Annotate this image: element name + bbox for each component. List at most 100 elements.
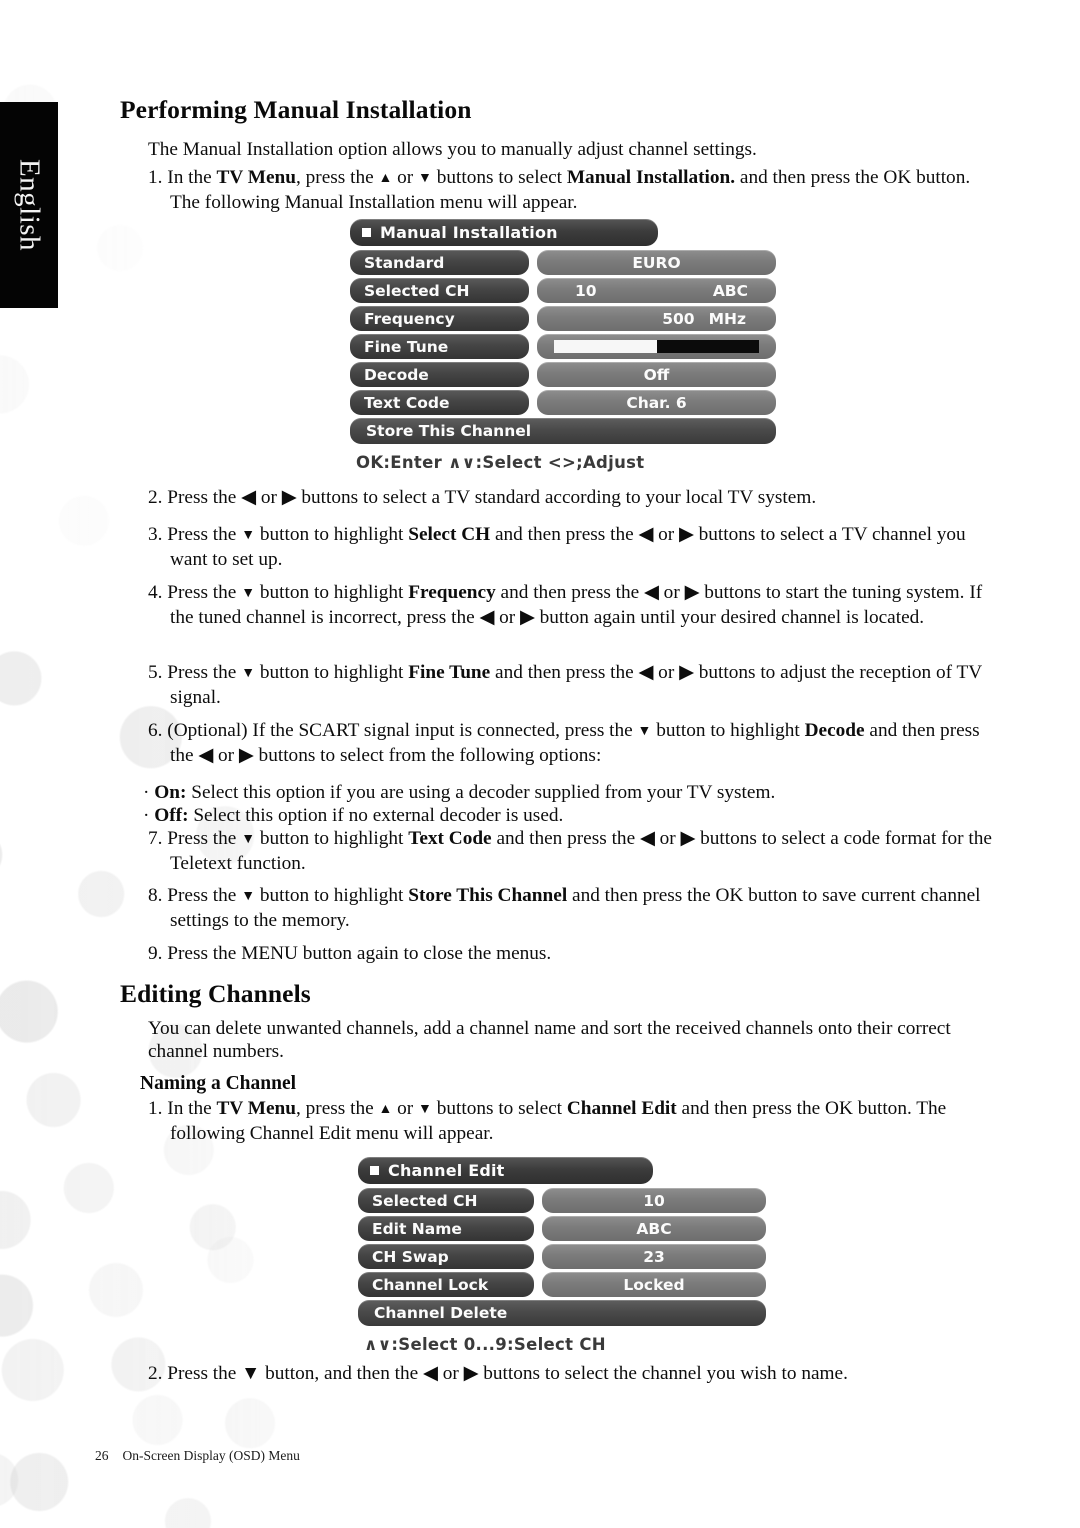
osd-channel-edit-hint: ∧∨:Select 0...9:Select CH bbox=[364, 1335, 606, 1354]
manual-installation-intro: The Manual Installation option allows yo… bbox=[148, 139, 757, 160]
osd-label-ce-edit-name: Edit Name bbox=[358, 1216, 534, 1241]
osd-row-store-this-channel[interactable]: Store This Channel bbox=[350, 418, 776, 444]
osd-label-text-code: Text Code bbox=[350, 390, 529, 415]
osd-row-text-code[interactable]: Text Code Char. 6 bbox=[350, 390, 776, 415]
osd-row-decode[interactable]: Decode Off bbox=[350, 362, 776, 387]
down-arrow-icon: ▼ bbox=[418, 1102, 432, 1117]
bullet-dot: · bbox=[143, 805, 155, 826]
osd-channel-edit: Channel Edit Selected CH 10 Edit Name AB… bbox=[358, 1157, 766, 1354]
step-5-manual: 5. Press the ▼ button to highlight Fine … bbox=[148, 662, 1002, 709]
osd-action-channel-delete[interactable]: Channel Delete bbox=[358, 1300, 766, 1326]
osd-action-store-this-channel[interactable]: Store This Channel bbox=[350, 418, 776, 444]
osd-value-standard[interactable]: EURO bbox=[537, 250, 776, 275]
down-arrow-icon: ▼ bbox=[241, 832, 256, 847]
osd-label-fine-tune: Fine Tune bbox=[350, 334, 529, 359]
language-side-tab-label: English bbox=[13, 158, 46, 252]
step-5-text-b: button to highlight bbox=[255, 662, 409, 683]
footer-running-head: On-Screen Display (OSD) Menu bbox=[122, 1448, 300, 1463]
step-1-text-c: , press the bbox=[296, 167, 379, 188]
step-1-manual: 1. In the TV Menu, press the ▲ or ▼ butt… bbox=[148, 167, 1002, 214]
step-1-tv-menu: TV Menu bbox=[216, 167, 297, 188]
osd-row-ce-edit-name[interactable]: Edit Name ABC bbox=[358, 1216, 766, 1241]
osd-row-ce-selected-ch[interactable]: Selected CH 10 bbox=[358, 1188, 766, 1213]
osd-value-selected-ch-number: 10 bbox=[575, 281, 597, 300]
down-arrow-icon: ▼ bbox=[241, 666, 256, 681]
step-3-text-b: button to highlight bbox=[255, 524, 409, 545]
editing-channels-intro: You can delete unwanted channels, add a … bbox=[148, 1018, 951, 1062]
step-9-text-c: button again to close the menus. bbox=[297, 943, 552, 964]
step-1-edit-text-a: 1. In the bbox=[148, 1098, 217, 1119]
osd-value-fine-tune-slider[interactable] bbox=[537, 334, 776, 359]
down-arrow-icon: ▼ bbox=[418, 171, 432, 186]
osd-manual-title-label: Manual Installation bbox=[380, 223, 558, 242]
osd-value-frequency-number: 500 bbox=[662, 309, 695, 328]
bullet-dot: · bbox=[143, 782, 155, 803]
osd-label-standard: Standard bbox=[350, 250, 529, 275]
osd-value-frequency[interactable]: 500 MHz bbox=[537, 306, 776, 331]
osd-label-ce-selected-ch: Selected CH bbox=[358, 1188, 534, 1213]
osd-manual-hint: OK:Enter ∧∨:Select <>;Adjust bbox=[356, 453, 645, 472]
step-4-manual: 4. Press the ▼ button to highlight Frequ… bbox=[148, 582, 1002, 629]
osd-row-fine-tune[interactable]: Fine Tune bbox=[350, 334, 776, 359]
step-1-manual-installation: Manual Installation. bbox=[566, 167, 736, 188]
osd-value-ce-channel-lock[interactable]: Locked bbox=[542, 1272, 766, 1297]
step-3-manual: 3. Press the ▼ button to highlight Selec… bbox=[148, 524, 1002, 571]
osd-value-text-code[interactable]: Char. 6 bbox=[537, 390, 776, 415]
osd-channel-edit-title-label: Channel Edit bbox=[388, 1161, 505, 1180]
subheading-naming-a-channel: Naming a Channel bbox=[140, 1073, 297, 1094]
osd-label-decode: Decode bbox=[350, 362, 529, 387]
bullet-off-text: Select this option if no external decode… bbox=[188, 805, 564, 826]
osd-channel-edit-title-bar: Channel Edit bbox=[358, 1157, 653, 1184]
language-side-tab: English bbox=[0, 102, 58, 308]
step-1-edit-tv-menu: TV Menu bbox=[216, 1098, 297, 1119]
osd-value-selected-ch-name: ABC bbox=[712, 281, 748, 300]
osd-label-ce-ch-swap: CH Swap bbox=[358, 1244, 534, 1269]
menu-square-icon bbox=[370, 1166, 379, 1175]
footer-page-number: 26 bbox=[95, 1448, 109, 1463]
step-6-manual: 6. (Optional) If the SCART signal input … bbox=[148, 720, 1002, 767]
osd-manual-title-bar: Manual Installation bbox=[350, 219, 658, 246]
osd-row-frequency[interactable]: Frequency 500 MHz bbox=[350, 306, 776, 331]
osd-row-ce-ch-swap[interactable]: CH Swap 23 bbox=[358, 1244, 766, 1269]
osd-value-ce-ch-swap[interactable]: 23 bbox=[542, 1244, 766, 1269]
step-9-text-a: 9. Press the bbox=[148, 943, 242, 964]
heading-editing-channels: Editing Channels bbox=[120, 979, 311, 1008]
step-2-manual: 2. Press the ◀ or ▶ buttons to select a … bbox=[148, 487, 817, 508]
osd-label-ce-channel-lock: Channel Lock bbox=[358, 1272, 534, 1297]
step-3-select-ch: Select CH bbox=[408, 524, 491, 545]
step-1-editing: 1. In the TV Menu, press the ▲ or ▼ butt… bbox=[148, 1098, 1002, 1145]
up-arrow-icon: ▲ bbox=[378, 1102, 393, 1117]
osd-row-ce-channel-delete[interactable]: Channel Delete bbox=[358, 1300, 766, 1326]
step-7-text-code: Text Code bbox=[408, 828, 492, 849]
step-2-editing: 2. Press the ▼ button, and then the ◀ or… bbox=[148, 1363, 848, 1384]
heading-performing-manual-installation: Performing Manual Installation bbox=[120, 95, 472, 124]
osd-row-ce-channel-lock[interactable]: Channel Lock Locked bbox=[358, 1272, 766, 1297]
bullet-on-label: On: bbox=[154, 782, 187, 803]
step-1-edit-channel-edit: Channel Edit bbox=[566, 1098, 677, 1119]
step-8-text-a: 8. Press the bbox=[148, 885, 242, 906]
osd-value-decode[interactable]: Off bbox=[537, 362, 776, 387]
step-5-text-a: 5. Press the bbox=[148, 662, 242, 683]
step-1-text-d: or bbox=[392, 167, 419, 188]
page-content: Performing Manual Installation The Manua… bbox=[0, 0, 1080, 1528]
bullet-off-label: Off: bbox=[154, 805, 189, 826]
page-footer: 26 On-Screen Display (OSD) Menu bbox=[95, 1448, 300, 1464]
osd-row-selected-ch[interactable]: Selected CH 10 ABC bbox=[350, 278, 776, 303]
down-arrow-icon: ▼ bbox=[637, 724, 652, 739]
step-8-text-b: button to highlight bbox=[255, 885, 409, 906]
osd-value-ce-selected-ch[interactable]: 10 bbox=[542, 1188, 766, 1213]
down-arrow-icon: ▼ bbox=[241, 528, 256, 543]
osd-manual-rows: Standard EURO Selected CH 10 ABC Frequen… bbox=[350, 250, 776, 444]
step-3-text-a: 3. Press the bbox=[148, 524, 242, 545]
osd-row-standard[interactable]: Standard EURO bbox=[350, 250, 776, 275]
step-9-manual: 9. Press the MENU button again to close … bbox=[148, 943, 1002, 966]
step-1-edit-text-d: or bbox=[392, 1098, 419, 1119]
osd-value-selected-ch[interactable]: 10 ABC bbox=[537, 278, 776, 303]
up-arrow-icon: ▲ bbox=[378, 171, 393, 186]
step-7-text-b: button to highlight bbox=[255, 828, 409, 849]
step-8-store-this-channel: Store This Channel bbox=[408, 885, 568, 906]
osd-value-ce-edit-name[interactable]: ABC bbox=[542, 1216, 766, 1241]
step-5-fine-tune: Fine Tune bbox=[408, 662, 491, 683]
fine-tune-slider-track[interactable] bbox=[553, 340, 760, 353]
step-1-text-a: 1. In the bbox=[148, 167, 217, 188]
